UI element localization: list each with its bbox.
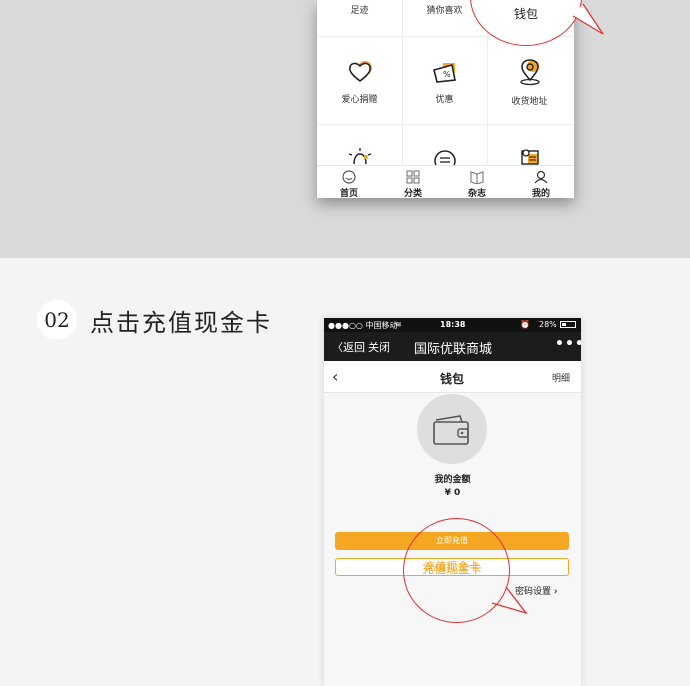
tab-home[interactable]: 首页 — [317, 166, 381, 198]
grid-item-address[interactable]: 收货地址 — [487, 36, 572, 124]
callout-tail — [491, 586, 528, 615]
wallet-title: 钱包 — [440, 372, 465, 386]
lightbulb-icon — [348, 148, 372, 165]
svg-text:%: % — [443, 70, 451, 79]
back-link[interactable]: 〈返回 — [332, 339, 365, 355]
back-chevron-icon[interactable]: ‹ — [332, 367, 338, 386]
location-pin-icon — [520, 59, 540, 86]
grid-item-label: 爱心捐赠 — [341, 95, 378, 105]
grid-item-contact-card[interactable] — [487, 124, 572, 165]
callout-tail — [572, 3, 604, 35]
step-number-badge: 02 — [37, 300, 77, 340]
book-icon — [470, 171, 484, 184]
grid-item-coupon[interactable]: % 优惠 — [402, 36, 487, 124]
coupon-icon: % — [433, 63, 456, 83]
chevron-right-icon: › — [553, 587, 558, 597]
grid-item-list[interactable] — [402, 124, 487, 165]
callout-cash-card-text: 充值现金卡 — [422, 562, 483, 576]
nav-bar: 〈返回 关闭 国际优联商城 ••• — [324, 332, 581, 361]
status-bar: ●●●○○ 中国移动 ≋ 18:38 ⏰ 28% — [324, 318, 581, 332]
close-link[interactable]: 关闭 — [368, 339, 390, 355]
wallet-icon — [433, 415, 469, 445]
grid-item-footprint[interactable]: 足迹 — [317, 0, 402, 36]
step-title: 点击充值现金卡 — [90, 309, 272, 337]
grid-item-charity[interactable]: 爱心捐赠 — [317, 36, 402, 124]
wallet-avatar — [417, 394, 487, 464]
balance-label: 我的金额 — [434, 475, 471, 485]
tab-label: 分类 — [403, 189, 422, 198]
chevron-left-icon: 〈 — [332, 341, 343, 354]
battery-percent: 28% — [539, 320, 557, 329]
balance-amount: ¥ 0 — [444, 488, 461, 498]
grid-item-idea[interactable] — [317, 124, 402, 165]
heart-icon — [349, 61, 372, 83]
more-menu-button[interactable]: ••• — [555, 336, 581, 352]
carrier-text: ●●●○○ 中国移动 — [328, 321, 398, 330]
wifi-icon: ≋ — [395, 320, 402, 329]
tab-label: 我的 — [531, 189, 550, 198]
tab-label: 杂志 — [467, 189, 486, 198]
wallet-header: ‹ 钱包 明细 — [324, 361, 581, 393]
home-smile-icon — [342, 170, 356, 184]
tab-category[interactable]: 分类 — [381, 166, 445, 198]
nav-title: 国际优联商城 — [414, 342, 493, 357]
user-icon — [534, 170, 548, 184]
callout-wallet-text: 钱包 — [514, 7, 539, 21]
list-circle-icon — [434, 150, 456, 165]
detail-link[interactable]: 明细 — [552, 371, 570, 384]
battery-icon — [560, 321, 576, 328]
phone-screen-wallet: ●●●○○ 中国移动 ≋ 18:38 ⏰ 28% 〈返回 关闭 国际优联商城 •… — [324, 318, 581, 686]
contact-card-icon — [521, 149, 539, 165]
grid-item-label: 收货地址 — [511, 97, 548, 107]
tab-mine[interactable]: 我的 — [509, 166, 573, 198]
grid-item-label: 优惠 — [435, 95, 454, 105]
tab-magazine[interactable]: 杂志 — [445, 166, 509, 198]
grid-item-label: 足迹 — [350, 6, 369, 16]
alarm-icon: ⏰ — [520, 320, 530, 329]
status-time: 18:38 — [440, 320, 466, 329]
grid-icon — [406, 170, 420, 184]
tab-label: 首页 — [339, 189, 358, 198]
bottom-tab-bar: 首页 分类 杂志 我的 — [317, 165, 574, 198]
back-label: 返回 — [343, 341, 365, 354]
